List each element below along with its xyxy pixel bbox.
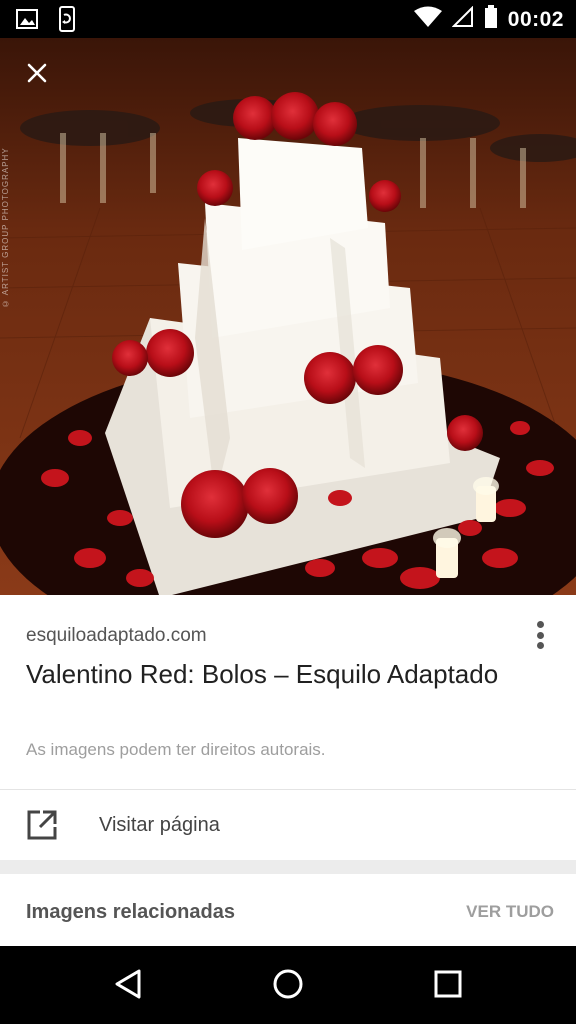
copyright-notice: As imagens podem ter direitos autorais. — [26, 740, 326, 759]
gallery-icon — [16, 8, 38, 35]
home-icon — [272, 968, 304, 1005]
back-icon — [113, 968, 143, 1005]
back-button[interactable] — [106, 964, 150, 1008]
navigation-bar — [0, 946, 576, 1024]
wifi-icon — [413, 6, 442, 33]
phone-rotate-icon — [56, 6, 78, 37]
source-domain[interactable]: esquiloadaptado.com — [26, 625, 207, 647]
signal-icon — [451, 5, 474, 33]
related-images-title: Imagens relacionadas — [26, 901, 235, 923]
more-vert-icon-dot — [536, 631, 544, 639]
home-button[interactable] — [266, 964, 310, 1008]
close-icon — [26, 62, 48, 89]
section-gap — [0, 860, 576, 874]
result-title[interactable]: Valentino Red: Bolos – Esquilo Adaptado — [26, 655, 506, 694]
more-vert-icon-dot — [536, 642, 544, 649]
image-preview[interactable]: © ARTIST GROUP PHOTOGRAPHY — [0, 38, 576, 595]
recents-icon — [433, 969, 463, 1004]
view-all-button[interactable]: VER TUDO — [466, 902, 554, 922]
more-vert-icon-dot — [536, 621, 544, 628]
result-info-card: esquiloadaptado.com Valentino Red: Bolos… — [0, 595, 576, 790]
visit-page-label: Visitar página — [99, 814, 220, 836]
more-options-button[interactable] — [530, 617, 550, 653]
related-images-header: Imagens relacionadas VER TUDO — [0, 874, 576, 946]
open-in-new-icon — [26, 809, 58, 846]
status-bar: 00:02 — [0, 0, 576, 38]
wedding-cake-photo — [0, 38, 576, 595]
recents-button[interactable] — [426, 964, 470, 1008]
close-button[interactable] — [20, 58, 54, 92]
battery-icon — [484, 5, 498, 34]
clock: 00:02 — [507, 7, 564, 31]
visit-page-button[interactable]: Visitar página — [0, 790, 576, 860]
photo-watermark: © ARTIST GROUP PHOTOGRAPHY — [1, 147, 10, 308]
